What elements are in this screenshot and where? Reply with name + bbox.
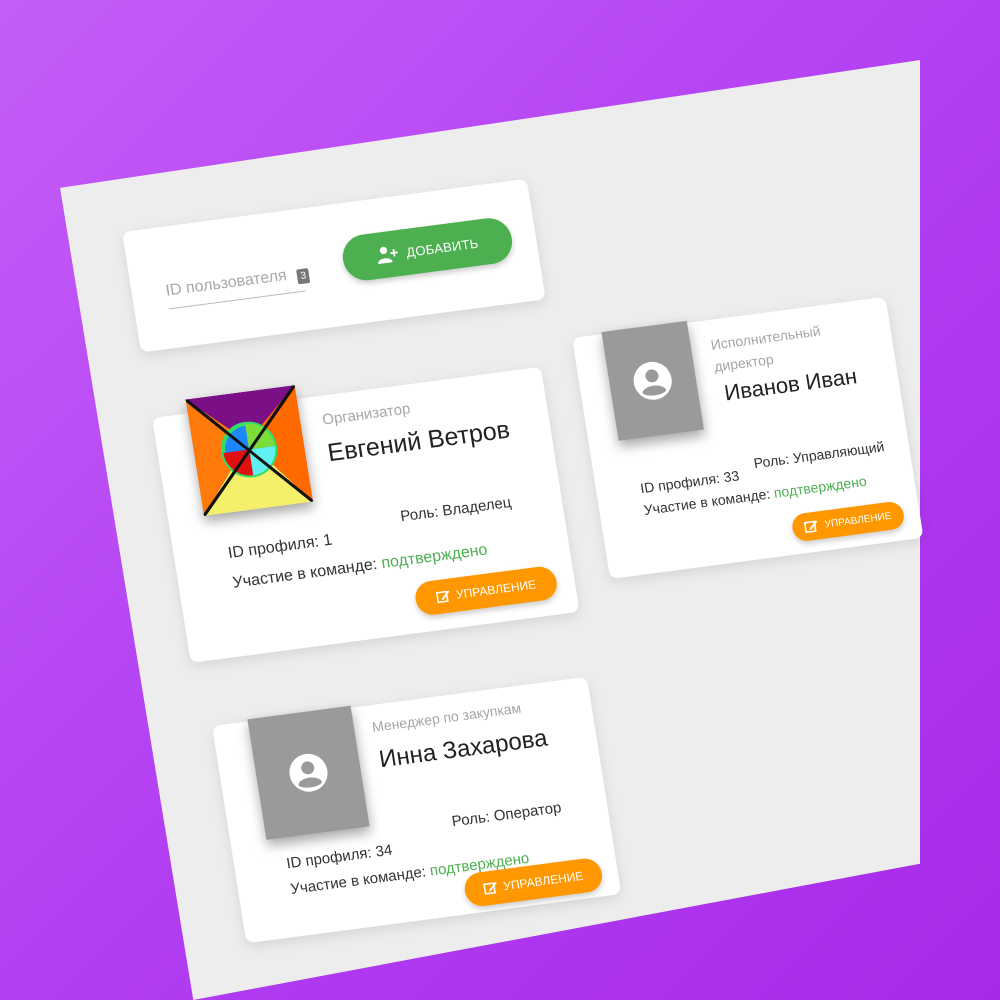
user-id-input[interactable] [163, 261, 297, 305]
manage-button-label: УПРАВЛЕНИЕ [455, 577, 538, 602]
member-profile-id: ID профиля: 1 [226, 531, 334, 563]
manage-button-label: УПРАВЛЕНИЕ [823, 510, 893, 530]
member-profile-id: ID профиля: 34 [285, 841, 394, 873]
member-avatar [247, 705, 370, 840]
participation-label: Участие в команде: [231, 555, 383, 592]
manage-member-button[interactable]: УПРАВЛЕНИЕ [790, 500, 906, 543]
edit-icon [482, 882, 497, 895]
member-role: Роль: Оператор [450, 799, 563, 831]
add-member-button[interactable]: ДОБАВИТЬ [339, 215, 516, 284]
add-user-icon [377, 246, 398, 265]
add-button-label: ДОБАВИТЬ [405, 235, 480, 260]
member-card: Организатор Евгений Ветров Роль: Владеле… [152, 366, 580, 663]
edit-icon [804, 520, 818, 534]
member-name: Инна Захарова [377, 724, 550, 774]
participation-status: подтверждено [380, 541, 489, 573]
search-field-wrapper: 3 [163, 260, 311, 310]
input-counter-badge: 3 [296, 268, 311, 285]
participation-status: подтверждено [772, 472, 868, 501]
member-role: Роль: Владелец [399, 493, 513, 526]
member-role: Роль: Управляющий [752, 438, 886, 472]
geometric-avatar-icon [185, 385, 314, 517]
member-card: Исполнительный директор Иванов Иван Роль… [572, 296, 924, 579]
manage-member-button[interactable]: УПРАВЛЕНИЕ [413, 564, 560, 617]
member-avatar [185, 385, 314, 517]
edit-icon [435, 590, 450, 604]
user-avatar-icon [633, 361, 672, 400]
member-avatar [601, 320, 704, 441]
manage-button-label: УПРАВЛЕНИЕ [502, 868, 585, 894]
user-avatar-icon [289, 753, 328, 792]
